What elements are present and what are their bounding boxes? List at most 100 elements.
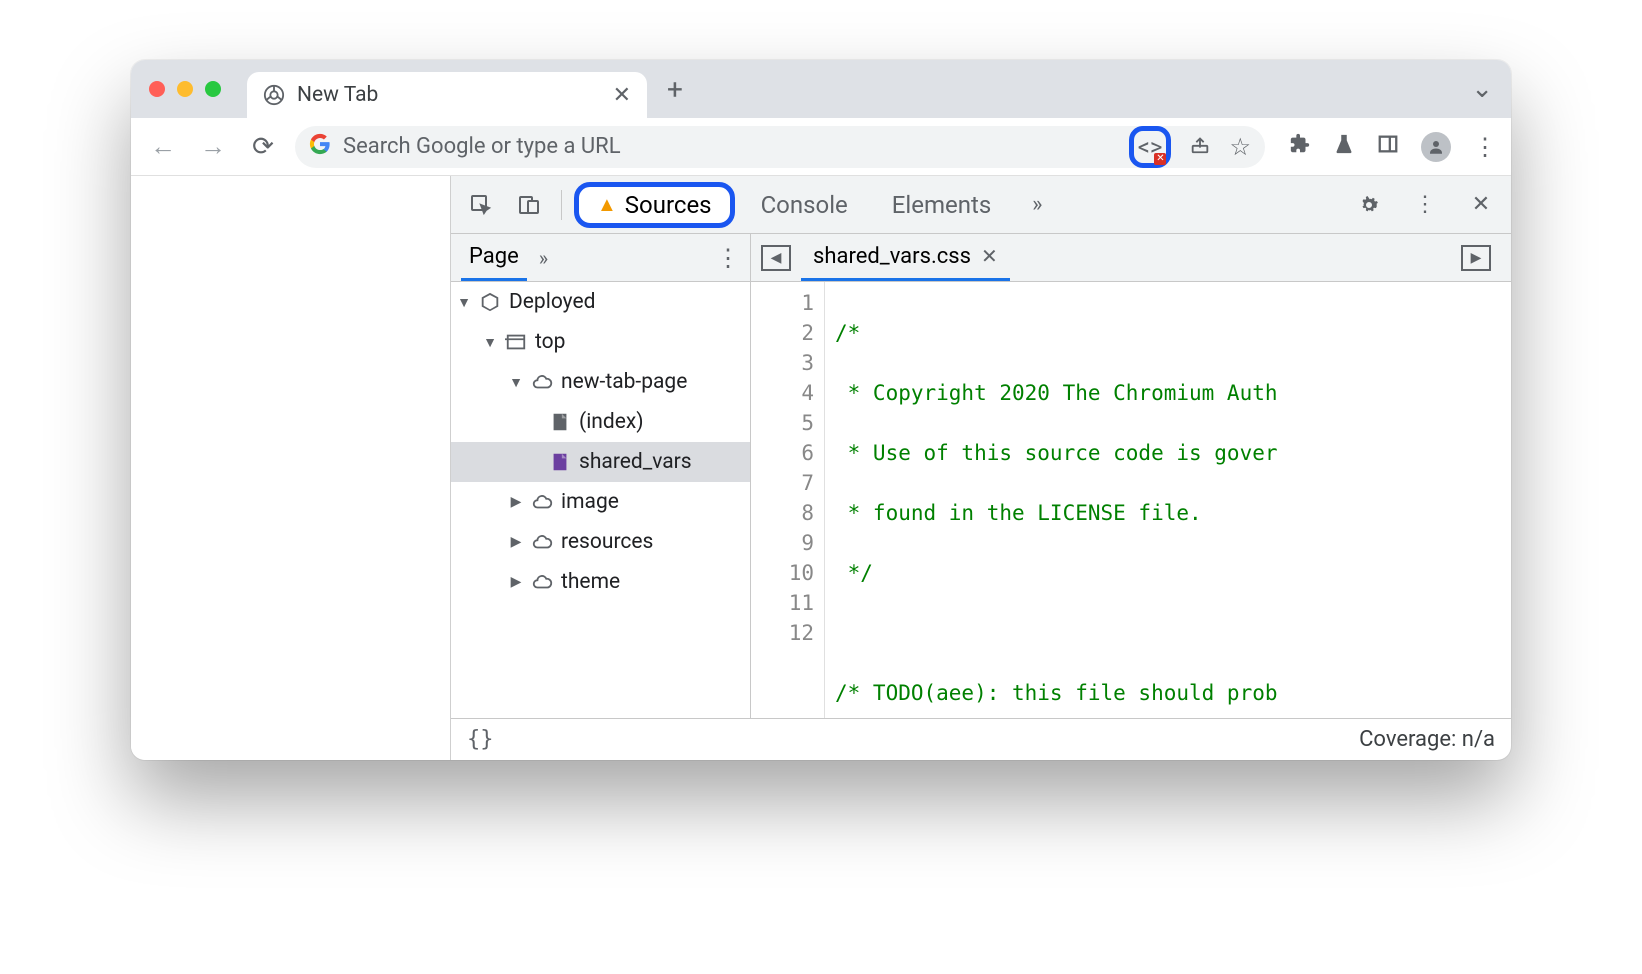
status-bar: {} Coverage: n/a	[451, 718, 1511, 760]
tree-node-shared-vars[interactable]: shared_vars	[451, 442, 750, 482]
profile-avatar-icon[interactable]	[1421, 132, 1451, 162]
show-navigator-icon[interactable]: ◀	[761, 245, 791, 271]
code-line: * found in the LICENSE file.	[835, 501, 1202, 525]
tab-elements[interactable]: Elements	[874, 176, 1009, 233]
tree-label: theme	[561, 570, 620, 594]
browser-window: New Tab ✕ + ⌄ ← → ⟳ Search Google or typ…	[131, 60, 1511, 760]
more-tabs-icon[interactable]: »	[1017, 185, 1057, 225]
devtools-tabbar: ▲ Sources Console Elements » ⋮ ✕	[451, 176, 1511, 234]
maximize-window-button[interactable]	[205, 81, 221, 97]
tree-label: (index)	[579, 410, 644, 434]
side-panel-icon[interactable]	[1377, 133, 1399, 161]
coverage-status: Coverage: n/a	[1359, 727, 1495, 752]
tree-label: image	[561, 490, 619, 514]
code-line: * Copyright 2020 The Chromium Auth	[835, 381, 1278, 405]
omnibox-placeholder: Search Google or type a URL	[343, 134, 621, 159]
devtools-kebab-icon[interactable]: ⋮	[1405, 185, 1445, 225]
tree-node-resources[interactable]: ▶ resources	[451, 522, 750, 562]
file-tab-label: shared_vars.css	[813, 244, 971, 269]
share-icon[interactable]	[1189, 133, 1211, 161]
code-line: /* TODO(aee): this file should prob	[835, 681, 1278, 705]
tree-node-top[interactable]: ▼ top	[451, 322, 750, 362]
devtools-error-icon[interactable]: <>	[1138, 133, 1163, 161]
tree-label: Deployed	[509, 290, 595, 314]
navigator-tab-page[interactable]: Page	[461, 234, 527, 281]
tab-sources-label: Sources	[625, 191, 712, 219]
extensions-icon[interactable]	[1289, 133, 1311, 161]
browser-tab[interactable]: New Tab ✕	[247, 72, 647, 118]
back-button[interactable]: ←	[145, 129, 181, 165]
tab-title: New Tab	[297, 83, 601, 107]
line-number: 8	[751, 498, 814, 528]
file-tree: ▼ Deployed ▼ top ▼ new-tab-page	[451, 282, 751, 718]
tree-label: resources	[561, 530, 653, 554]
close-file-tab-icon[interactable]: ✕	[981, 244, 998, 268]
line-number: 11	[751, 588, 814, 618]
address-bar[interactable]: Search Google or type a URL <> ☆	[295, 126, 1265, 168]
code-line: */	[835, 561, 873, 585]
reload-button[interactable]: ⟳	[245, 129, 281, 165]
code-line: * Use of this source code is gover	[835, 441, 1278, 465]
toolbar: ← → ⟳ Search Google or type a URL <> ☆	[131, 118, 1511, 176]
editor-tabs: ◀ shared_vars.css ✕ ▶	[751, 234, 1511, 281]
google-g-icon	[309, 133, 331, 161]
line-gutter: 1 2 3 4 5 6 7 8 9 10 11 12	[751, 282, 825, 718]
cloud-icon	[531, 531, 553, 553]
forward-button[interactable]: →	[195, 129, 231, 165]
line-number: 6	[751, 438, 814, 468]
settings-gear-icon[interactable]	[1349, 185, 1389, 225]
minimize-window-button[interactable]	[177, 81, 193, 97]
line-number: 7	[751, 468, 814, 498]
content-area: ▲ Sources Console Elements » ⋮ ✕	[131, 176, 1511, 760]
frame-icon	[505, 331, 527, 353]
navigator-kebab-icon[interactable]: ⋮	[716, 244, 740, 272]
pretty-print-icon[interactable]: {}	[467, 727, 494, 752]
tree-node-new-tab-page[interactable]: ▼ new-tab-page	[451, 362, 750, 402]
package-icon	[479, 291, 501, 313]
line-number: 2	[751, 318, 814, 348]
sources-body: ▼ Deployed ▼ top ▼ new-tab-page	[451, 282, 1511, 718]
tab-console-label: Console	[761, 191, 848, 219]
titlebar: New Tab ✕ + ⌄	[131, 60, 1511, 118]
code-editor[interactable]: 1 2 3 4 5 6 7 8 9 10 11 12 /* * Copyrigh…	[751, 282, 1511, 718]
divider	[561, 190, 562, 220]
tab-sources[interactable]: ▲ Sources	[574, 182, 735, 228]
tree-node-deployed[interactable]: ▼ Deployed	[451, 282, 750, 322]
tabs-dropdown-icon[interactable]: ⌄	[1471, 74, 1493, 104]
device-toolbar-icon[interactable]	[509, 185, 549, 225]
page-viewport	[131, 176, 451, 760]
line-number: 1	[751, 288, 814, 318]
chrome-icon	[263, 84, 285, 106]
close-window-button[interactable]	[149, 81, 165, 97]
tab-elements-label: Elements	[892, 191, 991, 219]
tree-label: new-tab-page	[561, 370, 687, 394]
labs-icon[interactable]	[1333, 133, 1355, 161]
tree-node-image[interactable]: ▶ image	[451, 482, 750, 522]
kebab-menu-icon[interactable]: ⋮	[1473, 133, 1497, 161]
show-debugger-icon[interactable]: ▶	[1461, 245, 1491, 271]
code-content: /* * Copyright 2020 The Chromium Auth * …	[825, 282, 1511, 718]
line-number: 4	[751, 378, 814, 408]
line-number: 5	[751, 408, 814, 438]
code-line: /*	[835, 321, 860, 345]
line-number: 10	[751, 558, 814, 588]
warning-icon: ▲	[597, 192, 617, 217]
bookmark-star-icon[interactable]: ☆	[1229, 133, 1251, 161]
devtools-indicator-highlight: <>	[1129, 126, 1172, 168]
file-tab-shared-vars[interactable]: shared_vars.css ✕	[801, 234, 1010, 281]
close-devtools-icon[interactable]: ✕	[1461, 185, 1501, 225]
toolbar-actions: ⋮	[1289, 132, 1497, 162]
tree-node-index[interactable]: (index)	[451, 402, 750, 442]
line-number: 3	[751, 348, 814, 378]
cloud-icon	[531, 571, 553, 593]
tree-node-theme[interactable]: ▶ theme	[451, 562, 750, 602]
cloud-icon	[531, 491, 553, 513]
close-tab-icon[interactable]: ✕	[613, 83, 631, 108]
navigator-tabs: Page » ⋮	[451, 234, 751, 281]
sources-subbar: Page » ⋮ ◀ shared_vars.css ✕ ▶	[451, 234, 1511, 282]
tab-console[interactable]: Console	[743, 176, 866, 233]
inspect-element-icon[interactable]	[461, 185, 501, 225]
new-tab-button[interactable]: +	[657, 71, 693, 107]
css-file-icon	[549, 451, 571, 473]
navigator-more-icon[interactable]: »	[539, 246, 548, 270]
